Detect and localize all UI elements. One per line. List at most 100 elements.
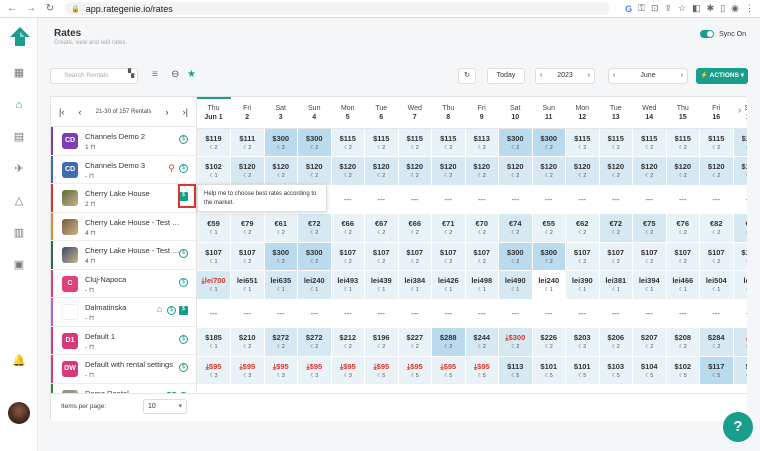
calendar-icon[interactable]: ▤ [12,130,26,144]
property-row[interactable]: C Cluj-Napoca - ⊓ $ [51,269,196,298]
rate-cell[interactable]: ⤓$95 ☾3 [264,356,298,385]
rate-cell[interactable]: €62 ☾2 [565,213,600,243]
sidepanel-icon[interactable]: ▯ [720,3,725,14]
rate-cell[interactable]: --- [532,185,566,214]
rate-cell[interactable]: $104 ☾5 [632,356,667,385]
rate-cell[interactable]: $300 ☾2 [532,242,566,271]
rate-cell[interactable]: $115☾2 [599,128,633,157]
rate-cell[interactable]: --- [431,299,466,328]
rate-cell[interactable]: --- [532,299,566,328]
rate-cell[interactable]: --- [398,299,432,328]
property-row[interactable]: Demo Rental ⊓$$ [51,383,196,393]
rate-cell[interactable]: --- [230,299,265,328]
rate-cell[interactable]: --- [264,299,298,328]
rate-cell[interactable]: $185 ☾1 [197,327,231,357]
rate-cell[interactable]: --- [599,299,633,328]
sync-switch[interactable] [700,30,715,38]
rate-cell[interactable]: ⤓$95 ☾5 [398,356,432,385]
property-row[interactable]: Cherry Lake House - Test Listin... 4 ⊓ [51,212,196,241]
next-month-icon[interactable]: › [681,69,683,83]
rate-cell[interactable]: ⤓$95 ☾3 [331,356,365,385]
items-per-page-select[interactable]: 10 ▾ [143,399,187,414]
rate-cell[interactable]: --- [197,384,231,393]
rate-cell[interactable]: $107☾2 [733,242,747,271]
property-name[interactable]: Cluj-Napoca [85,275,181,284]
rate-cell[interactable]: $212 ☾2 [331,327,365,357]
rate-cell[interactable]: $207 ☾2 [632,327,667,357]
last-page-icon[interactable]: ›| [183,107,188,117]
filter-icon[interactable]: ≡ [152,69,158,80]
next-year-icon[interactable]: › [588,69,590,83]
rate-cell[interactable]: --- [699,384,734,393]
rate-cell[interactable]: €82 ☾2 [699,213,734,243]
rate-cell[interactable]: --- [532,384,566,393]
rate-cell[interactable]: $203 ☾2 [565,327,600,357]
property-name[interactable]: Cherry Lake House - Test L... [85,246,181,255]
rate-cell[interactable]: $120☾2 [666,156,700,186]
rate-cell[interactable]: €67 ☾2 [364,213,399,243]
rate-cell[interactable]: --- [197,299,231,328]
prev-year-icon[interactable]: ‹ [540,69,542,83]
minus-circle-icon[interactable]: ⊖ [171,69,179,80]
rate-cell[interactable]: --- [431,384,466,393]
rate-cell[interactable]: $120☾2 [297,156,332,186]
rate-cell[interactable]: €76 ☾2 [666,213,700,243]
refresh-button[interactable]: ↻ [458,68,476,84]
rate-cell[interactable]: $107☾2 [599,242,633,271]
address-bar[interactable]: 🔒 app.rategenie.io/rates [65,2,610,15]
rate-cell[interactable]: --- [632,185,667,214]
rate-cell[interactable]: €72 ☾2 [297,213,332,243]
rate-cell[interactable]: --- [465,185,499,214]
rate-cell[interactable]: $115☾2 [431,128,466,157]
dollar-icon[interactable]: $ [167,306,176,315]
rategenie-logo-icon[interactable] [9,26,31,48]
rate-cell[interactable]: $300 ☾2 [498,128,533,157]
property-row[interactable]: Cherry Lake House 2 ⊓ $ [51,184,196,213]
rate-cell[interactable]: $107☾2 [565,242,600,271]
profile-icon[interactable]: ◉ [731,3,739,14]
rate-cell[interactable]: --- [699,185,734,214]
property-name[interactable]: Default 1 [85,332,181,341]
search-input[interactable]: Search Rentals [50,68,138,84]
rate-cell[interactable]: lei384 ☾1 [398,270,432,300]
rate-cell[interactable]: $107☾2 [230,242,265,271]
rate-cell[interactable]: lei490 ☾1 [498,270,533,300]
extension-icon[interactable]: ◧ [692,3,701,14]
forward-icon[interactable]: → [24,3,38,14]
rate-cell[interactable]: $120☾2 [230,156,265,186]
rate-cell[interactable]: --- [264,384,298,393]
rate-cell[interactable]: $115☾2 [733,128,747,157]
rate-cell[interactable]: --- [465,299,499,328]
rate-cell[interactable]: ⤓$☾2 [733,327,747,357]
rate-cell[interactable]: $196 ☾2 [364,327,399,357]
rate-cell[interactable]: $115☾2 [666,128,700,157]
rate-cell[interactable]: €66 ☾2 [398,213,432,243]
rate-cell[interactable]: $115☾2 [565,128,600,157]
rate-cell[interactable]: $120☾2 [632,156,667,186]
rate-cell[interactable]: $226 ☾2 [532,327,566,357]
rate-cell[interactable]: --- [331,384,365,393]
rate-cell[interactable]: $120☾2 [565,156,600,186]
dollar-icon[interactable]: $ [179,334,188,344]
rate-cell[interactable]: $107☾2 [398,242,432,271]
rate-cell[interactable]: ⤓$95 ☾3 [297,356,332,385]
rate-cell[interactable]: lei504 ☾1 [699,270,734,300]
property-row[interactable]: Dalmatinska - ⊓ $ $ ⌂ [51,298,196,327]
rate-cell[interactable]: €61 ☾2 [264,213,298,243]
rate-cell[interactable]: $111 ☾2 [230,128,265,157]
rate-cell[interactable]: $107☾2 [632,242,667,271]
rate-cell[interactable]: --- [398,185,432,214]
property-name[interactable]: Default with rental settings [85,360,181,369]
rate-cell[interactable]: --- [398,384,432,393]
rate-cell[interactable]: ⤓$95 ☾5 [364,356,399,385]
reload-icon[interactable]: ↻ [43,3,57,14]
rate-cell[interactable]: $272 ☾2 [264,327,298,357]
actions-button[interactable]: ⚡ ACTIONS ▾ [696,68,748,84]
key-icon[interactable]: ⚿ [638,3,645,14]
next-page-icon[interactable]: › [165,107,168,117]
rate-cell[interactable]: --- [498,185,533,214]
property-row[interactable]: D1 Default 1 - ⊓ $ [51,326,196,355]
rate-cell[interactable]: $120☾2 [398,156,432,186]
view-toggle-icon[interactable]: ▚ [128,69,134,78]
rate-cell[interactable]: lei498 ☾1 [465,270,499,300]
